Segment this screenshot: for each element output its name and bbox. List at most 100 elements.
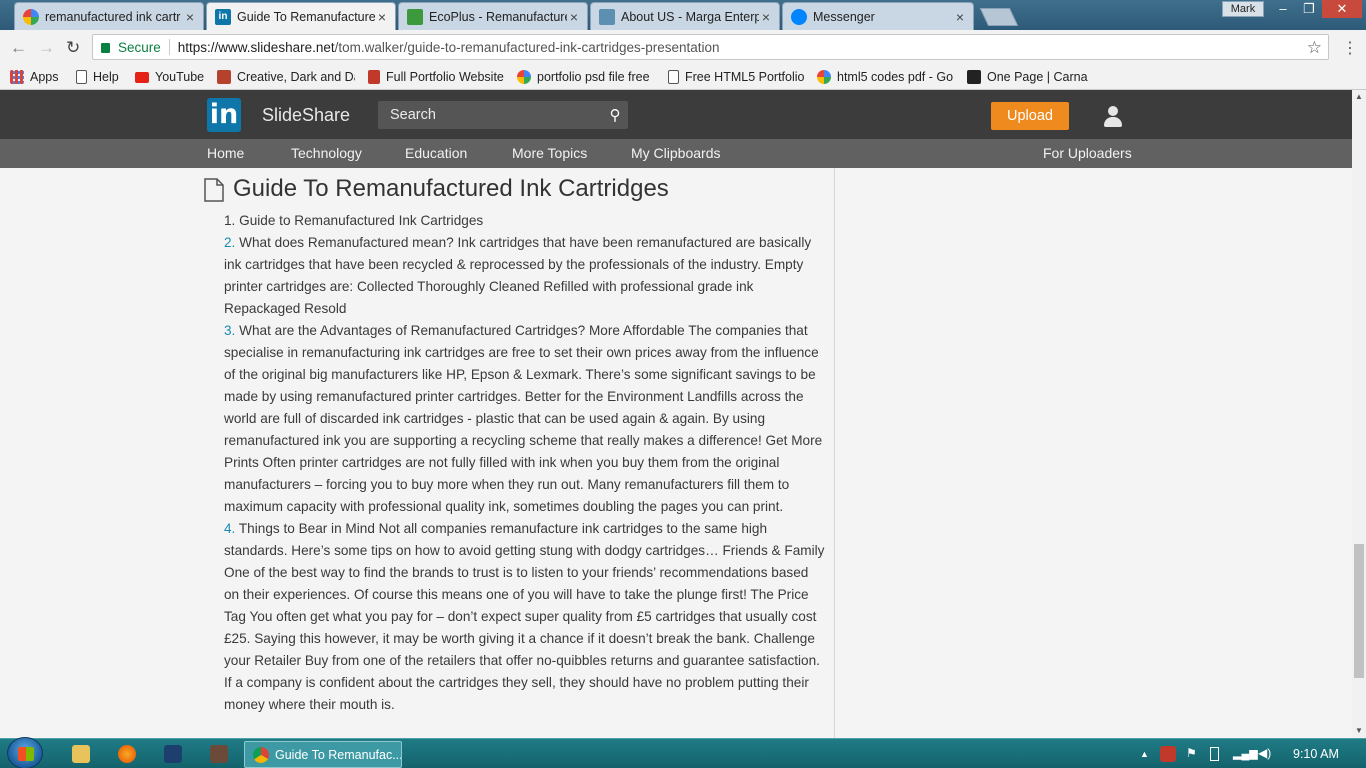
file-explorer-icon[interactable]	[72, 745, 90, 763]
nav-for-uploaders[interactable]: For Uploaders	[1043, 145, 1132, 161]
action-center-flag-icon[interactable]: ⚑	[1186, 746, 1197, 760]
bookmark-portfolio-psd[interactable]: portfolio psd file free	[517, 68, 653, 86]
tab-ecoplus[interactable]: EcoPlus - Remanufacture ×	[398, 2, 588, 30]
system-clock[interactable]: 9:10 AM	[1293, 747, 1339, 761]
antivirus-icon[interactable]	[1160, 746, 1176, 762]
close-icon[interactable]: ×	[953, 9, 967, 25]
minimize-button[interactable]: –	[1270, 0, 1296, 18]
bookmark-apps[interactable]: Apps	[10, 68, 59, 86]
lock-icon	[101, 43, 110, 53]
app-icon[interactable]	[210, 745, 228, 763]
page-title: Guide To Remanufactured Ink Cartridges	[233, 175, 669, 202]
ecoplus-icon	[407, 8, 423, 25]
google-icon	[817, 70, 831, 84]
search-input[interactable]: Search ⚲	[378, 101, 628, 129]
column-divider	[834, 168, 835, 738]
upload-button[interactable]: Upload	[991, 102, 1069, 130]
scrollbar-thumb[interactable]	[1354, 544, 1364, 678]
tab-slideshare-guide[interactable]: in Guide To Remanufacture ×	[206, 2, 396, 30]
close-window-button[interactable]: ✕	[1322, 0, 1362, 18]
youtube-icon	[135, 71, 149, 83]
tab-marga[interactable]: About US - Marga Enterp ×	[590, 2, 780, 30]
user-icon[interactable]	[1103, 106, 1123, 128]
bookmark-creative[interactable]: Creative, Dark and Da	[217, 68, 355, 86]
bookmark-label: Full Portfolio Website	[386, 70, 504, 84]
taskbar-chrome-window[interactable]: Guide To Remanufac...	[244, 741, 402, 768]
bookmark-label: Free HTML5 Portfolio	[685, 70, 804, 84]
slideshare-logo-text[interactable]: SlideShare	[262, 105, 350, 126]
scroll-down-icon[interactable]: ▼	[1352, 724, 1366, 738]
reload-icon[interactable]: ↻	[66, 38, 80, 58]
tab-title: Guide To Remanufacture	[237, 9, 375, 24]
bookmark-star-icon[interactable]: ☆	[1307, 38, 1322, 58]
page-icon	[668, 70, 679, 84]
bookmark-youtube[interactable]: YouTube	[135, 68, 204, 86]
close-icon[interactable]: ×	[567, 9, 581, 25]
new-tab-button[interactable]	[979, 8, 1019, 26]
close-icon[interactable]: ×	[375, 9, 389, 25]
secure-label: Secure	[118, 39, 161, 55]
carna-icon	[967, 70, 981, 84]
page-scrollbar[interactable]: ▲ ▼	[1352, 90, 1366, 738]
google-icon	[517, 70, 531, 84]
volume-icon[interactable]: ◀)	[1258, 746, 1271, 760]
taskbar-app-label: Guide To Remanufac...	[275, 747, 401, 762]
bookmark-one-page[interactable]: One Page | Carna	[967, 68, 1088, 86]
slide-text: Things to Bear in Mind Not all companies…	[224, 521, 825, 712]
show-hidden-icons-icon[interactable]: ▲	[1140, 749, 1149, 759]
main-content: Guide To Remanufactured Ink Cartridges 1…	[0, 168, 1352, 738]
slide-number[interactable]: 3.	[224, 323, 235, 338]
back-icon[interactable]: ←	[10, 38, 27, 58]
slide-number[interactable]: 2.	[224, 235, 235, 250]
slide-number[interactable]: 1.	[224, 213, 235, 228]
transcript-item: 3. What are the Advantages of Remanufact…	[224, 320, 826, 518]
profile-badge[interactable]: Mark	[1222, 1, 1264, 17]
address-bar[interactable]: Secure https://www.slideshare.net/tom.wa…	[92, 34, 1329, 60]
creative-icon	[217, 70, 231, 84]
bookmark-free-html5[interactable]: Free HTML5 Portfolio	[668, 68, 804, 86]
search-icon[interactable]: ⚲	[602, 106, 628, 124]
url-domain: https://www.slideshare.net	[177, 39, 335, 55]
bookmark-label: One Page | Carna	[987, 70, 1088, 84]
bookmark-label: html5 codes pdf - Go	[837, 70, 954, 84]
nav-home[interactable]: Home	[207, 145, 244, 161]
nav-my-clipboards[interactable]: My Clipboards	[631, 145, 720, 161]
nav-more-topics[interactable]: More Topics	[512, 145, 587, 161]
tab-remanufactured-search[interactable]: remanufactured ink cartr ×	[14, 2, 204, 30]
forward-icon[interactable]: →	[38, 38, 55, 58]
bookmark-html5-codes[interactable]: html5 codes pdf - Go	[817, 68, 954, 86]
marga-icon	[599, 8, 615, 25]
battery-icon[interactable]	[1210, 747, 1219, 761]
tab-title: remanufactured ink cartr	[45, 9, 181, 24]
linkedin-logo[interactable]: in	[207, 98, 241, 132]
page-icon	[76, 70, 87, 84]
linkedin-icon: in	[215, 8, 231, 25]
messenger-icon	[791, 8, 807, 25]
bookmark-label: YouTube	[155, 70, 205, 84]
menu-icon[interactable]: ⋮	[1342, 38, 1358, 58]
nav-education[interactable]: Education	[405, 145, 467, 161]
transcript-item: 1. Guide to Remanufactured Ink Cartridge…	[224, 210, 826, 232]
photoshop-icon[interactable]	[164, 745, 182, 763]
nav-technology[interactable]: Technology	[291, 145, 362, 161]
start-button[interactable]	[7, 737, 43, 768]
network-signal-icon[interactable]: ▂▄▆	[1233, 747, 1258, 760]
bookmark-label: portfolio psd file free	[537, 70, 650, 84]
document-icon	[204, 178, 224, 202]
transcript-list: 1. Guide to Remanufactured Ink Cartridge…	[224, 210, 826, 716]
tab-title: About US - Marga Enterp	[621, 9, 759, 24]
search-placeholder: Search	[390, 107, 436, 123]
close-icon[interactable]: ×	[183, 9, 197, 25]
firefox-icon[interactable]	[118, 745, 136, 763]
scroll-up-icon[interactable]: ▲	[1352, 90, 1366, 104]
close-icon[interactable]: ×	[759, 9, 773, 25]
bookmark-full-portfolio[interactable]: Full Portfolio Website	[368, 68, 504, 86]
tab-title: Messenger	[813, 9, 875, 24]
slide-number[interactable]: 4.	[224, 521, 235, 536]
bookmark-help[interactable]: Help	[76, 68, 119, 86]
bookmark-label: Apps	[30, 70, 59, 84]
windows-taskbar: Guide To Remanufac... ▲ ⚑ ▂▄▆ ◀) 9:10 AM	[0, 737, 1366, 768]
tab-messenger[interactable]: Messenger ×	[782, 2, 974, 30]
browser-toolbar: ← → ↻ Secure https://www.slideshare.net /…	[0, 30, 1366, 64]
maximize-button[interactable]: ❐	[1296, 0, 1322, 18]
